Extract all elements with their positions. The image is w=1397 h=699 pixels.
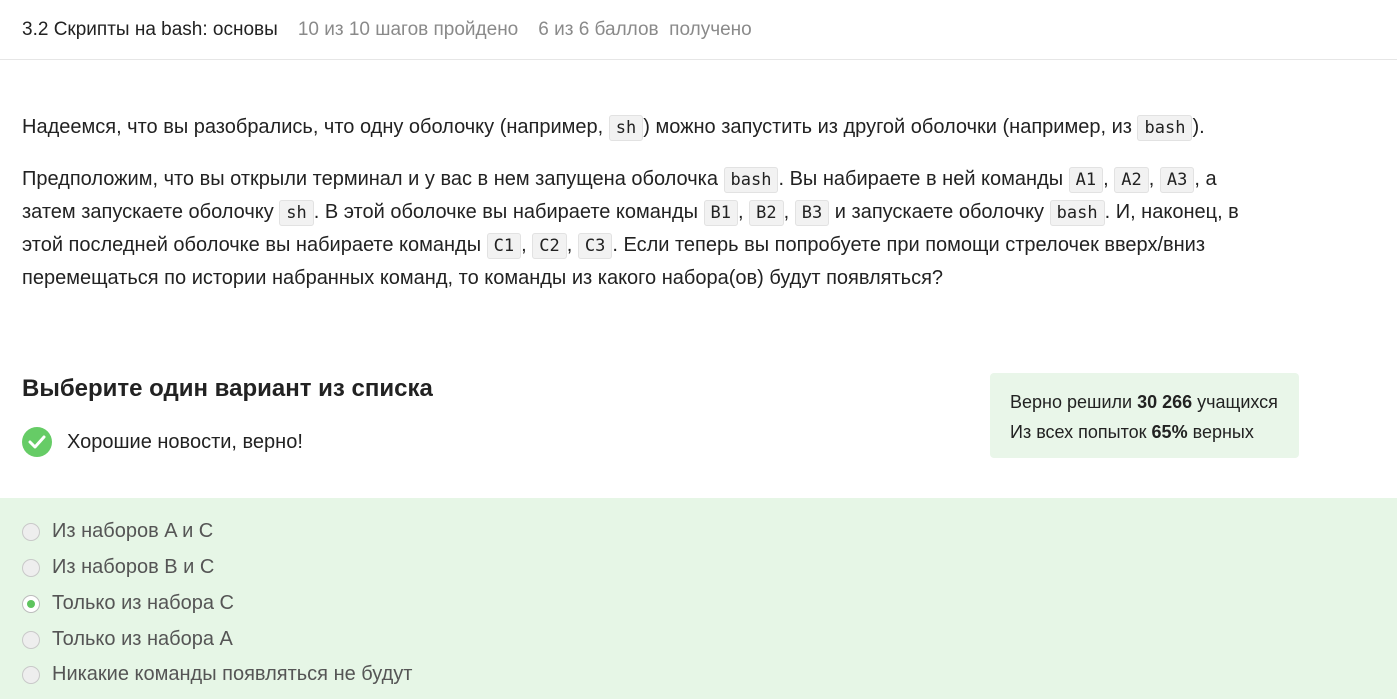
inline-code-bash: bash: [723, 167, 779, 193]
options-list: Из наборов A и C Из наборов B и C Только…: [0, 498, 1397, 699]
option-item-selected[interactable]: Только из набора C: [22, 592, 234, 615]
text: Предположим, что вы открыли терминал и у…: [22, 168, 724, 190]
inline-code-b3: B3: [794, 200, 830, 226]
text: . В этой оболочке вы набираете команды: [313, 201, 704, 223]
quiz-heading: Выберите один вариант из списка: [22, 375, 433, 402]
radio-icon[interactable]: [22, 665, 40, 684]
option-label: Никакие команды появляться не будут: [52, 663, 413, 685]
option-label: Из наборов B и C: [52, 556, 215, 578]
inline-code-c2: C2: [532, 233, 567, 259]
separator: ,: [521, 234, 533, 256]
separator: ,: [1103, 168, 1115, 190]
inline-code-b1: B1: [703, 200, 739, 226]
inline-code-bash: bash: [1137, 115, 1193, 141]
stats-box: Верно решили 30 266 учащихся Из всех поп…: [990, 373, 1299, 458]
option-item[interactable]: Из наборов B и C: [22, 556, 214, 579]
inline-code-b2: B2: [749, 200, 784, 226]
inline-code-c3: C3: [577, 233, 613, 259]
inline-code-sh: sh: [279, 200, 314, 226]
step-header: 3.2 Скрипты на bash: основы 10 из 10 шаг…: [0, 0, 1397, 60]
inline-code-bash: bash: [1049, 200, 1105, 226]
inline-code-a3: A3: [1159, 167, 1195, 193]
option-label: Из наборов A и C: [52, 520, 214, 542]
separator: ,: [783, 201, 795, 223]
text: Из всех попыток: [1010, 422, 1152, 442]
option-item[interactable]: Никакие команды появляться не будут: [22, 663, 412, 686]
inline-code-a2: A2: [1114, 167, 1149, 193]
points-progress: 6 из 6 баллов получено: [538, 18, 752, 40]
text: Верно решили: [1010, 392, 1138, 412]
option-label: Только из набора A: [52, 628, 233, 650]
radio-icon[interactable]: [22, 522, 40, 541]
intro-paragraph: Надеемся, что вы разобрались, что одну о…: [22, 111, 1352, 144]
separator: ,: [1148, 168, 1160, 190]
answer-status: Хорошие новости, верно!: [22, 427, 303, 457]
inline-code-c1: C1: [486, 233, 522, 259]
text: . Вы набираете в ней команды: [778, 168, 1069, 190]
option-label: Только из набора C: [52, 592, 234, 614]
question-paragraph: Предположим, что вы открыли терминал и у…: [22, 163, 1272, 294]
separator: ,: [738, 201, 750, 223]
stats-attempts: Из всех попыток 65% верных: [1010, 417, 1279, 447]
option-item[interactable]: Только из набора A: [22, 628, 233, 651]
text: верных: [1187, 422, 1254, 442]
correct-percent: 65%: [1151, 422, 1188, 442]
stats-solved: Верно решили 30 266 учащихся: [1010, 387, 1279, 417]
checkmark-icon: [22, 427, 52, 457]
text: учащихся: [1192, 392, 1278, 412]
separator: ,: [566, 234, 578, 256]
text: и запускаете оболочку: [829, 201, 1050, 223]
inline-code-sh: sh: [608, 115, 644, 141]
text: ).: [1192, 116, 1205, 138]
radio-icon[interactable]: [22, 558, 40, 577]
inline-code-a1: A1: [1068, 167, 1104, 193]
text: ) можно запустить из другой оболочки (на…: [643, 116, 1138, 138]
steps-progress: 10 из 10 шагов пройдено: [297, 18, 519, 40]
radio-selected-icon[interactable]: [22, 594, 40, 613]
radio-icon[interactable]: [22, 630, 40, 649]
lesson-title: 3.2 Скрипты на bash: основы: [22, 18, 278, 40]
solved-count: 30 266: [1137, 392, 1193, 412]
text: Надеемся, что вы разобрались, что одну о…: [22, 116, 609, 138]
option-item[interactable]: Из наборов A и C: [22, 520, 213, 543]
status-text: Хорошие новости, верно!: [67, 430, 303, 453]
